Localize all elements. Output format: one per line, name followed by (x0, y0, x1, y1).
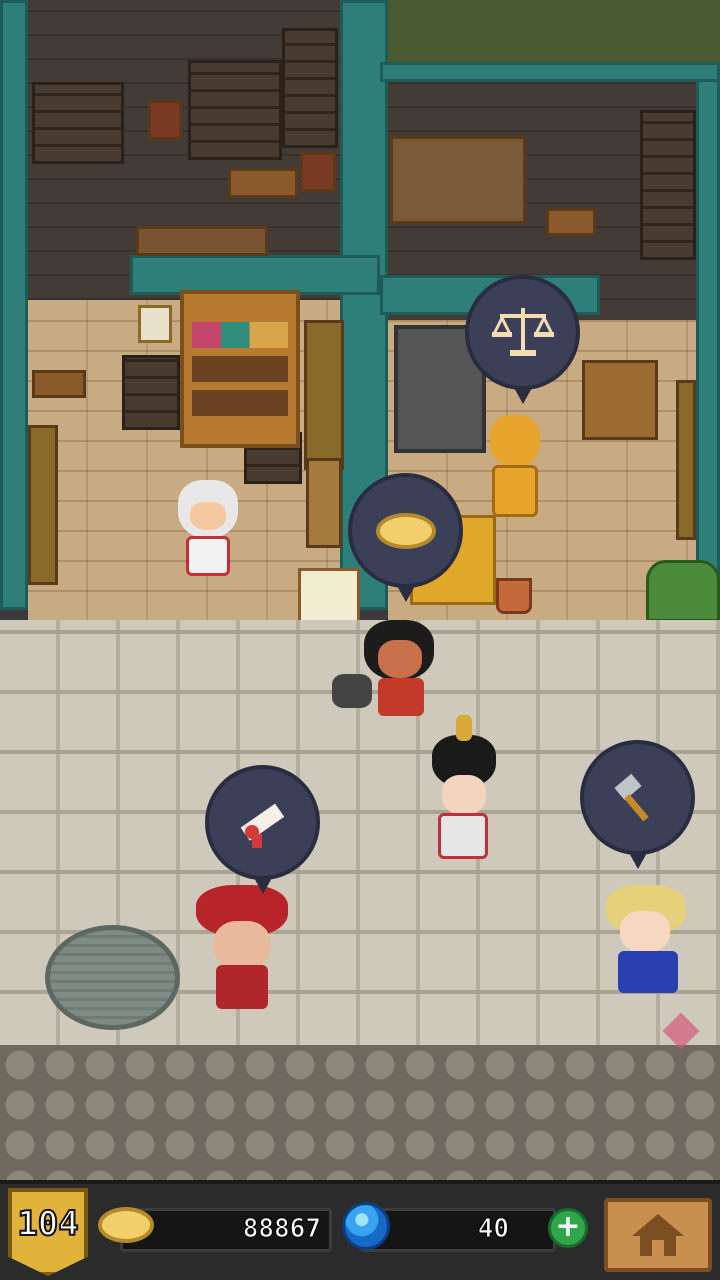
cobblestone-road (0, 1045, 720, 1180)
home-icon (632, 1214, 684, 1256)
big-crate (390, 136, 526, 224)
side-table (676, 380, 696, 540)
flower-pot (496, 578, 532, 614)
counter (136, 226, 268, 256)
coin-icon (98, 1207, 154, 1243)
samurai-customer[interactable] (424, 715, 502, 863)
storage-crate (122, 355, 180, 430)
chair (148, 100, 182, 140)
side-table (304, 320, 344, 470)
game-scene[interactable] (0, 0, 720, 1180)
white-haired-shopkeeper[interactable] (172, 480, 244, 580)
manhole-cover (45, 925, 180, 1030)
wall-ledge-left (130, 255, 380, 295)
side-table (28, 425, 58, 585)
scroll-icon (240, 803, 284, 848)
wall-top-right (380, 62, 720, 82)
iron-ore-item[interactable] (332, 674, 372, 708)
wall-left (0, 0, 28, 610)
ladder (582, 360, 658, 440)
storage-crate (282, 28, 338, 148)
blonde-customer[interactable] (600, 885, 692, 997)
stool (546, 208, 596, 236)
coin-bubble[interactable] (348, 473, 463, 602)
scroll-bubble[interactable] (205, 765, 320, 894)
storage-crate (640, 110, 696, 260)
red-hat-merchant[interactable] (196, 885, 288, 1013)
golden-robot-customer[interactable] (484, 415, 546, 520)
storage-crate (32, 82, 124, 164)
scales-bubble[interactable] (465, 275, 580, 404)
flower-bush (646, 560, 720, 622)
wall-right (696, 70, 720, 610)
sign-post (306, 458, 342, 548)
hammer-icon (613, 773, 649, 821)
wild-hair-customer[interactable] (364, 620, 436, 718)
grass-patch (380, 0, 720, 70)
hammer-bubble[interactable] (580, 740, 695, 869)
weapon-shelf[interactable] (180, 290, 300, 448)
level-value: 104 (16, 1203, 79, 1245)
gem-count: 40 (477, 1214, 509, 1245)
coin-count: 88867 (242, 1214, 321, 1245)
stool (32, 370, 86, 398)
add-gems-button[interactable]: + (548, 1208, 588, 1248)
scales-icon (491, 307, 554, 356)
level-badge[interactable]: 104 (8, 1188, 88, 1276)
home-button[interactable] (604, 1198, 712, 1272)
gem-icon (342, 1202, 390, 1250)
wall-picture (138, 305, 172, 343)
storage-crate (188, 60, 282, 160)
coin-icon (375, 512, 436, 549)
bench (228, 168, 298, 198)
chair (300, 152, 336, 192)
